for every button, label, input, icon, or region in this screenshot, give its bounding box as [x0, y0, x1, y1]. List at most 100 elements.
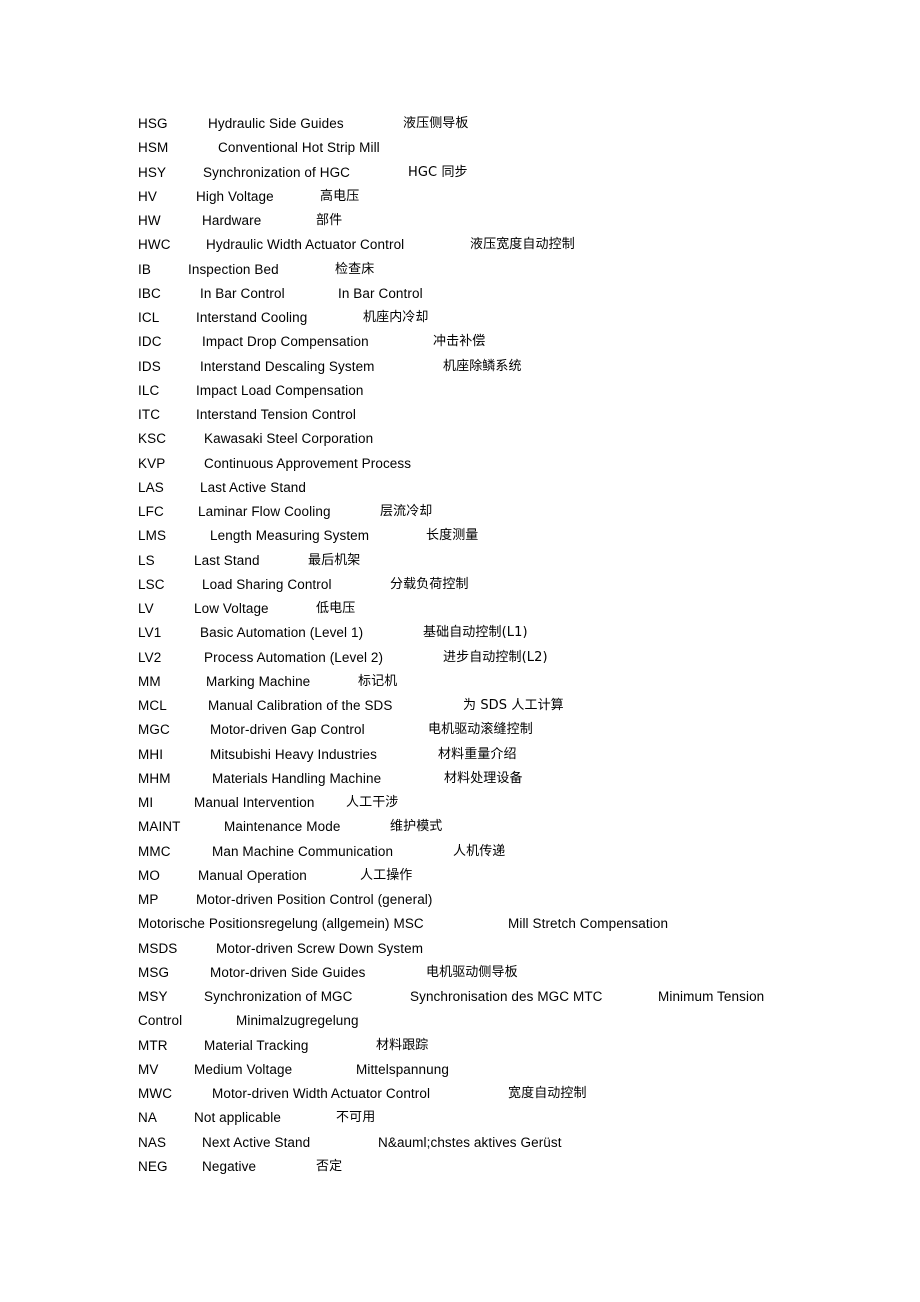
glossary-term: Minimalzugregelung [236, 1013, 359, 1029]
glossary-term: Laminar Flow Cooling [198, 504, 331, 519]
glossary-row: MTR Material Tracking 材料跟踪 [138, 1034, 838, 1058]
glossary-row: HWC Hydraulic Width Actuator Control 液压宽度自… [138, 233, 838, 257]
glossary-translation: 液压侧导板 [403, 116, 469, 131]
glossary-term: Manual Calibration of the SDS [208, 698, 393, 713]
glossary-abbreviation: LV1 [138, 625, 162, 641]
glossary-row: HSY Synchronization of HGC HGC 同步 [138, 161, 838, 185]
glossary-row: MP Motor-driven Position Control (general… [138, 888, 838, 912]
glossary-abbreviation: NEG [138, 1158, 168, 1174]
glossary-abbreviation: ILC [138, 382, 160, 398]
glossary-translation: 检查床 [335, 261, 375, 277]
glossary-abbreviation: MM [138, 673, 161, 689]
glossary-row: ICL Interstand Cooling 机座内冷却 [138, 306, 838, 330]
glossary-term: Last Stand [194, 552, 260, 568]
glossary-abbreviation: LMS [138, 528, 167, 544]
glossary-translation: 材料重量介绍 [438, 746, 517, 762]
glossary-translation: Mittelspannung [356, 1061, 449, 1077]
glossary-term: Mitsubishi Heavy Industries [210, 746, 378, 762]
glossary-row: MV Medium Voltage Mittelspannung [138, 1058, 838, 1082]
glossary-row: LSC Load Sharing Control 分载负荷控制 [138, 573, 838, 597]
glossary-abbreviation: KSC [138, 431, 167, 447]
glossary-translation: 层流冷却 [380, 504, 433, 519]
glossary-abbreviation: HSY [138, 164, 167, 180]
glossary-term: Kawasaki Steel Corporation [204, 431, 374, 447]
glossary-term: Materials Handling Machine [212, 770, 382, 786]
glossary-translation: 电机驱动侧导板 [426, 964, 518, 980]
document-page: HSG Hydraulic Side Guides 液压侧导板 HSM Conventi… [0, 0, 920, 1302]
glossary-extra: Minimum Tension [658, 989, 765, 1004]
glossary-row: NA Not applicable 不可用 [138, 1106, 838, 1130]
glossary-term: Interstand Tension Control [196, 407, 356, 422]
glossary-abbreviation: MWC [138, 1086, 173, 1101]
glossary-abbreviation: HV [138, 188, 157, 204]
glossary-row: MSG Motor-driven Side Guides 电机驱动侧导板 [138, 961, 838, 985]
glossary-abbreviation: MCL [138, 698, 167, 713]
glossary-row: LV Low Voltage 低电压 [138, 597, 838, 621]
glossary-translation: 材料处理设备 [444, 770, 523, 786]
glossary-abbreviation: IDC [138, 334, 162, 350]
glossary-term: Interstand Descaling System [200, 358, 375, 374]
glossary-abbreviation: NA [138, 1110, 157, 1126]
glossary-translation: 材料跟踪 [376, 1037, 429, 1053]
glossary-abbreviation: ITC [138, 407, 161, 422]
glossary-term: Motor-driven Side Guides [210, 964, 366, 980]
glossary-translation: 人工干涉 [346, 795, 399, 810]
glossary-translation: 人工操作 [360, 867, 413, 883]
glossary-row: MSY Synchronization of MGC Synchronisation… [138, 985, 838, 1009]
glossary-abbreviation: MI [138, 795, 154, 810]
glossary-term: Load Sharing Control [202, 576, 332, 592]
glossary-abbreviation: IDS [138, 358, 161, 374]
glossary-abbreviation: MMC [138, 843, 171, 859]
glossary-term: Synchronization of HGC [203, 164, 351, 180]
glossary-abbreviation: NAS [138, 1134, 167, 1150]
glossary-term: Maintenance Mode [224, 819, 341, 835]
glossary-row: Motorische Positionsregelung (allgemein)… [138, 912, 838, 936]
glossary-row: MAINT Maintenance Mode 维护模式 [138, 815, 838, 839]
glossary-abbreviation: LFC [138, 504, 164, 519]
glossary-term: Motor-driven Screw Down System [216, 940, 424, 956]
glossary-abbreviation: MHI [138, 746, 164, 762]
glossary-term: Motorische Positionsregelung (allgemein)… [138, 916, 424, 932]
glossary-abbreviation: Control [138, 1013, 183, 1029]
glossary-row: IBC In Bar Control In Bar Control [138, 282, 838, 306]
glossary-row: LV2 Process Automation (Level 2) 进步自动控制(L2… [138, 646, 838, 670]
glossary-row: MHI Mitsubishi Heavy Industries 材料重量介绍 [138, 743, 838, 767]
glossary-term: Negative [202, 1158, 257, 1174]
glossary-translation: Synchronisation des MGC MTC [410, 989, 603, 1004]
glossary-term: Basic Automation (Level 1) [200, 625, 364, 641]
glossary-row: IDS Interstand Descaling System 机座除鳞系统 [138, 355, 838, 379]
glossary-term: High Voltage [196, 188, 274, 204]
glossary-term: Impact Load Compensation [196, 382, 364, 398]
glossary-translation: 维护模式 [390, 819, 443, 835]
glossary-translation: 基础自动控制(L1) [423, 625, 528, 641]
glossary-translation: 不可用 [336, 1110, 376, 1126]
glossary-row: HW Hardware 部件 [138, 209, 838, 233]
glossary-abbreviation: IBC [138, 285, 161, 301]
glossary-abbreviation: ICL [138, 310, 160, 325]
glossary-list: HSG Hydraulic Side Guides 液压侧导板 HSM Conventi… [138, 112, 838, 1179]
glossary-translation: 宽度自动控制 [508, 1086, 587, 1101]
glossary-row: IB Inspection Bed 检查床 [138, 258, 838, 282]
glossary-term: Motor-driven Width Actuator Control [212, 1086, 431, 1101]
glossary-row: MGC Motor-driven Gap Control 电机驱动滚缝控制 [138, 718, 838, 742]
glossary-translation: 冲击补偿 [433, 334, 486, 350]
glossary-row: LV1 Basic Automation (Level 1) 基础自动控制(L1) [138, 621, 838, 645]
glossary-abbreviation: MSDS [138, 940, 178, 956]
glossary-term: Next Active Stand [202, 1134, 311, 1150]
glossary-abbreviation: LS [138, 552, 155, 568]
glossary-row: ITC Interstand Tension Control [138, 403, 838, 427]
glossary-term: Last Active Stand [200, 479, 307, 495]
glossary-abbreviation: LV2 [138, 649, 162, 665]
glossary-term: Hardware [202, 213, 262, 228]
glossary-abbreviation: MTR [138, 1037, 168, 1053]
glossary-row: LS Last Stand 最后机架 [138, 549, 838, 573]
glossary-term: Interstand Cooling [196, 310, 308, 325]
glossary-term: Material Tracking [204, 1037, 309, 1053]
glossary-row: NAS Next Active Stand N&auml;chstes aktive… [138, 1131, 838, 1155]
glossary-abbreviation: MAINT [138, 819, 181, 835]
glossary-term: Motor-driven Gap Control [210, 722, 365, 738]
glossary-abbreviation: HW [138, 213, 161, 228]
glossary-abbreviation: MSY [138, 989, 168, 1004]
glossary-abbreviation: MP [138, 892, 159, 907]
glossary-row: HSM Conventional Hot Strip Mill [138, 136, 838, 160]
